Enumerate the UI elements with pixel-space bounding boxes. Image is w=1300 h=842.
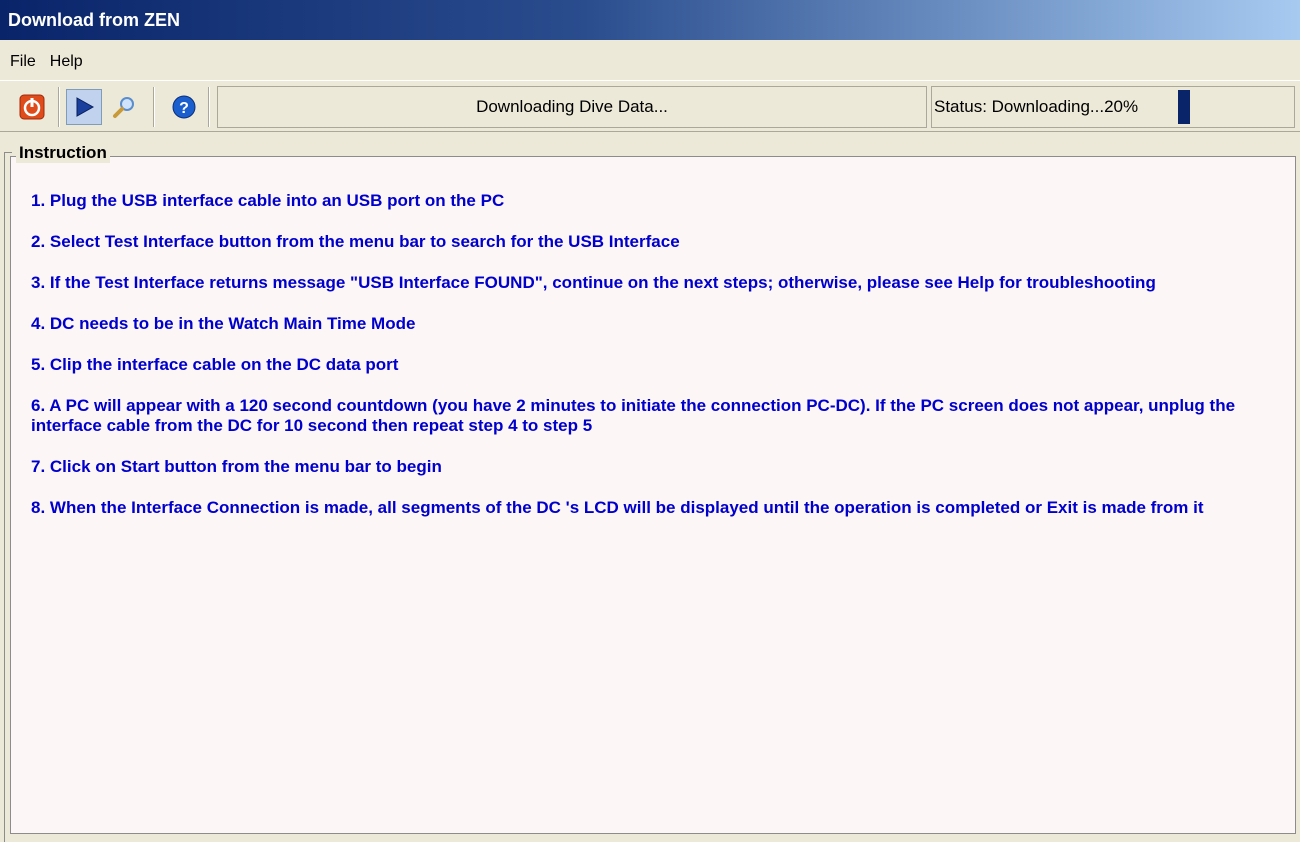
toolbar-separator <box>153 87 155 127</box>
instruction-step: 1. Plug the USB interface cable into an … <box>31 191 505 210</box>
menu-file[interactable]: File <box>10 40 36 84</box>
test-interface-button[interactable] <box>106 89 142 125</box>
menu-help[interactable]: Help <box>50 40 83 84</box>
instruction-step: 6. A PC will appear with a 120 second co… <box>31 396 1236 435</box>
status-text: Status: Downloading...20% <box>934 97 1139 116</box>
instruction-legend: Instruction <box>16 143 110 163</box>
help-icon: ? <box>172 95 196 119</box>
svg-text:?: ? <box>179 100 189 117</box>
toolbar-separator <box>208 87 210 127</box>
start-button[interactable] <box>66 89 102 125</box>
download-message: Downloading Dive Data... <box>476 97 668 116</box>
window-title: Download from ZEN <box>8 10 180 30</box>
power-icon <box>19 94 45 120</box>
help-button[interactable]: ? <box>166 89 202 125</box>
instruction-step: 7. Click on Start button from the menu b… <box>31 457 442 476</box>
status-panel: Status: Downloading...20% <box>931 86 1295 128</box>
magnifier-icon <box>113 97 134 118</box>
instruction-list: 1. Plug the USB interface cable into an … <box>31 191 1271 539</box>
progress-bar <box>1178 90 1238 124</box>
exit-button[interactable] <box>14 89 50 125</box>
progress-fill <box>1178 90 1190 124</box>
instruction-step: 2. Select Test Interface button from the… <box>31 232 680 251</box>
download-message-panel: Downloading Dive Data... <box>217 86 927 128</box>
start-play-icon <box>76 97 95 117</box>
instruction-step: 5. Clip the interface cable on the DC da… <box>31 355 399 374</box>
toolbar: ? Downloading Dive Data... Status: Downl… <box>0 80 1300 132</box>
window-title-bar[interactable]: Download from ZEN <box>0 0 1300 40</box>
instruction-group: 1. Plug the USB interface cable into an … <box>10 156 1296 834</box>
instruction-step: 4. DC needs to be in the Watch Main Time… <box>31 314 416 333</box>
menu-bar: File Help <box>0 40 1300 76</box>
instruction-step: 3. If the Test Interface returns message… <box>31 273 1156 292</box>
toolbar-separator <box>58 87 60 127</box>
instruction-step: 8. When the Interface Connection is made… <box>31 498 1204 517</box>
